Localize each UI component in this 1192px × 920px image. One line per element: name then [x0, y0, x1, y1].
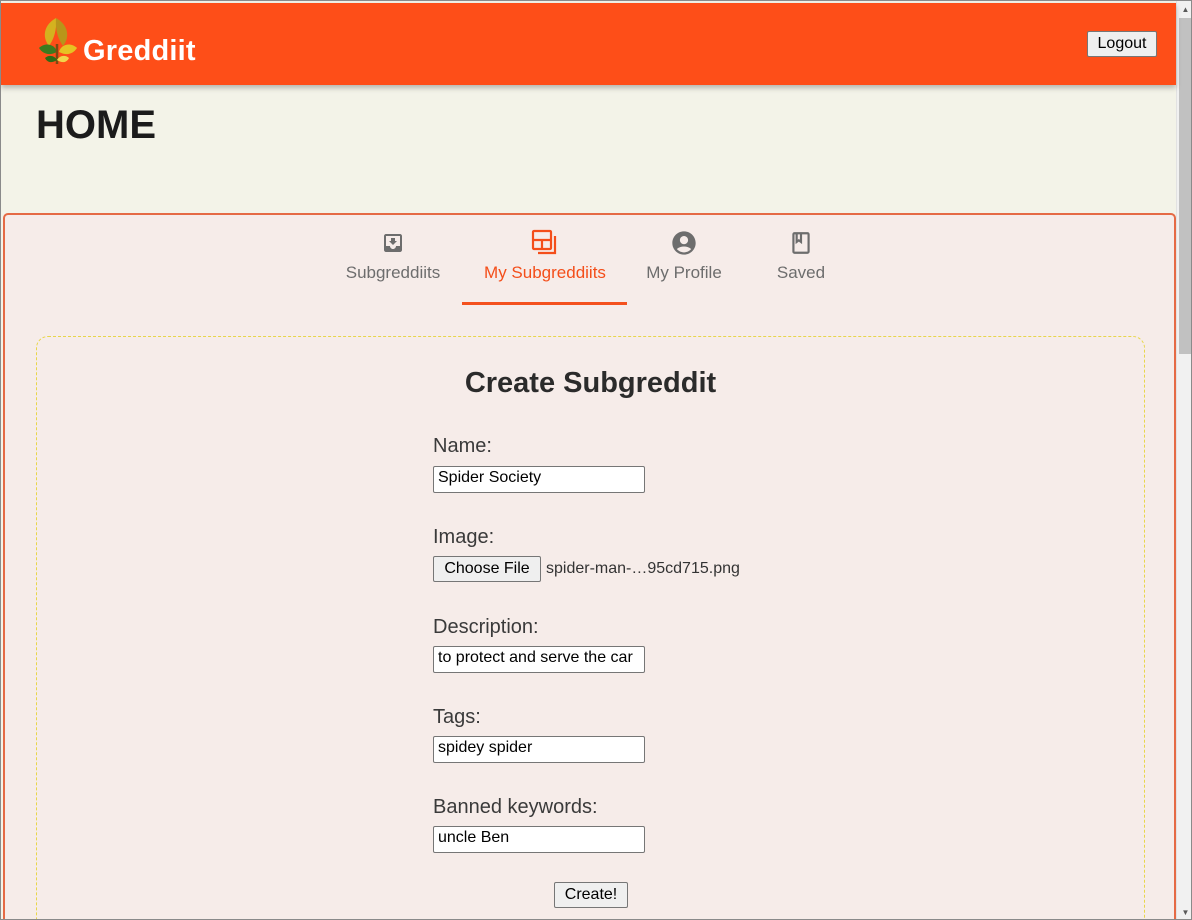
tab-my-profile[interactable]: My Profile: [637, 229, 731, 305]
leaf-logo-icon: [35, 14, 81, 66]
logout-button[interactable]: Logout: [1087, 31, 1157, 57]
banned-keywords-input[interactable]: uncle Ben: [433, 826, 645, 853]
tab-my-subgreddiits[interactable]: My Subgreddiits: [477, 229, 613, 305]
create-button[interactable]: Create!: [554, 882, 628, 908]
vertical-scrollbar[interactable]: ▲ ▼: [1176, 1, 1191, 919]
layers-icon: [531, 229, 559, 257]
app-header: Greddiit Logout: [1, 3, 1176, 85]
description-label: Description:: [433, 616, 539, 638]
browser-viewport: Greddiit Logout HOME Subgreddiits My Sub…: [0, 0, 1192, 920]
scroll-down-arrow-icon[interactable]: ▼: [1177, 904, 1191, 919]
logo[interactable]: [35, 13, 81, 67]
tab-label: My Subgreddiits: [484, 263, 606, 282]
scrollbar-thumb[interactable]: [1179, 18, 1191, 354]
tags-label: Tags:: [433, 706, 481, 728]
inbox-icon: [379, 229, 407, 257]
brand-name[interactable]: Greddiit: [83, 35, 196, 68]
selected-file-name: spider-man-…95cd715.png: [546, 560, 740, 577]
name-label: Name:: [433, 435, 492, 457]
bookmark-icon: [787, 229, 815, 257]
banned-keywords-label: Banned keywords:: [433, 796, 598, 818]
form-title: Create Subgreddit: [464, 367, 717, 399]
tab-label: Saved: [776, 263, 826, 282]
page-title: HOME: [36, 103, 156, 147]
choose-file-button[interactable]: Choose File: [433, 556, 541, 582]
account-circle-icon: [670, 229, 698, 257]
description-input[interactable]: to protect and serve the car: [433, 646, 645, 673]
tab-subgreddiits[interactable]: Subgreddiits: [341, 229, 445, 305]
create-subgreddit-form: Create Subgreddit Name: Spider Society I…: [36, 336, 1145, 919]
name-input[interactable]: Spider Society: [433, 466, 645, 493]
main-panel: Subgreddiits My Subgreddiits My Profile …: [3, 213, 1176, 919]
tab-label: My Profile: [646, 263, 722, 282]
tab-bar: Subgreddiits My Subgreddiits My Profile …: [5, 215, 1174, 307]
image-label: Image:: [433, 526, 495, 548]
tab-label: Subgreddiits: [345, 263, 441, 282]
active-tab-indicator: [462, 302, 627, 305]
scroll-up-arrow-icon[interactable]: ▲: [1177, 1, 1191, 18]
tags-input[interactable]: spidey spider: [433, 736, 645, 763]
tab-saved[interactable]: Saved: [763, 229, 839, 305]
